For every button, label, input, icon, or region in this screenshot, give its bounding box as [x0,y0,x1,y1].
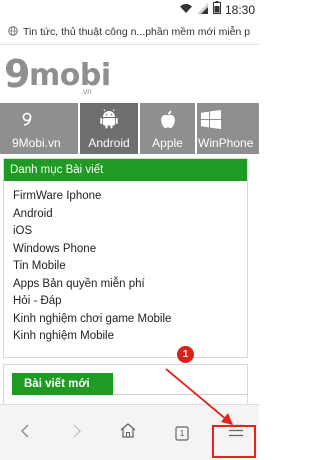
list-item[interactable]: iOS [4,223,247,241]
tab-label: 9Mobi.vn [12,136,61,150]
tab-android[interactable]: Android [80,103,140,154]
section2-divider [113,394,248,395]
list-item[interactable]: Kinh nghiệm chơi game Mobile [4,311,247,329]
list-item[interactable]: Windows Phone [4,241,247,259]
battery-icon [212,0,221,19]
home-button[interactable] [108,405,148,460]
wifi-icon [179,1,193,19]
forward-icon [72,424,82,443]
list-item[interactable]: Android [4,206,247,224]
tab-label: Android [88,136,130,150]
list-item[interactable]: Apps Bản quyền miễn phí [4,276,247,294]
web-page: 9 mobi .vn 9Mobi.vn Android Apple WinPho… [0,46,259,404]
list-item[interactable]: Hỏi - Đáp [4,293,247,311]
tabs-count: 1 [179,428,185,438]
tabs-icon: 1 [175,425,189,441]
url-text[interactable]: Tin tức, thủ thuật công n...phần mềm mới… [23,26,257,38]
section2-title: Bài viết mới [12,373,113,395]
back-button[interactable] [5,405,45,460]
logo-nine: 9 [4,52,31,96]
screen: 18:30 Tin tức, thủ thuật công n...phần m… [0,0,259,460]
category-tabs: 9Mobi.vn Android Apple WinPhone [0,103,259,154]
tabs-button[interactable]: 1 [162,405,202,460]
list-item[interactable]: Kinh nghiệm Mobile [4,328,247,346]
globe-icon [8,23,18,41]
status-bar: 18:30 [0,0,259,19]
category-list: FirmWare Iphone Android iOS Windows Phon… [4,181,247,346]
annotation-badge: 1 [177,346,194,363]
back-icon [20,424,30,443]
tab-9mobi[interactable]: 9Mobi.vn [0,103,80,154]
status-icons: 18:30 [179,0,255,19]
logo-mobi: mobi [29,58,111,93]
tab-label: Apple [152,136,183,150]
status-time: 18:30 [224,2,255,17]
tab-apple[interactable]: Apple [140,103,197,154]
apple-icon [157,109,179,129]
logo-vn: .vn [81,87,92,96]
address-bar[interactable]: Tin tức, thủ thuật công n...phần mềm mới… [0,19,259,45]
list-item[interactable]: FirmWare Iphone [4,188,247,206]
android-icon [98,109,120,129]
category-section: Danh mục Bài viết FirmWare Iphone Androi… [3,158,248,358]
new-posts-section: Bài viết mới [3,364,248,404]
annotation-highlight-box [212,425,256,458]
section-title: Danh mục Bài viết [4,159,247,181]
forward-button[interactable] [57,405,97,460]
tab-winphone[interactable]: WinPhone [197,103,259,154]
signal-icon [196,1,209,19]
windows-icon [200,109,222,129]
home-icon [120,423,136,443]
tab-label: WinPhone [198,136,254,150]
list-item[interactable]: Tin Mobile [4,258,247,276]
9mobi-logo-icon [20,109,34,129]
